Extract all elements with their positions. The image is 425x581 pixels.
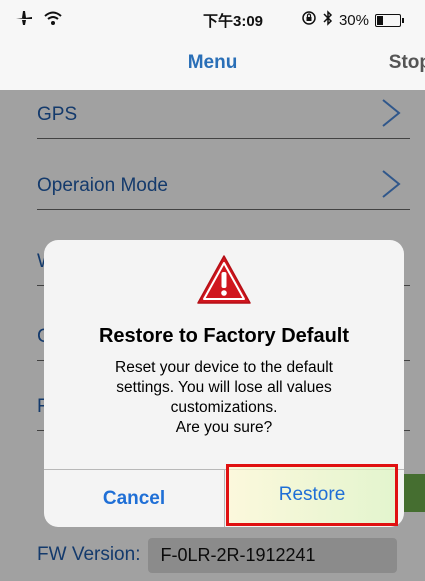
- restore-button[interactable]: Restore: [226, 466, 398, 524]
- status-bar: 下午3:09 30%: [0, 0, 425, 40]
- airplane-icon: [14, 8, 34, 32]
- battery-percent: 30%: [338, 11, 369, 29]
- alert-button-divider: [224, 469, 225, 527]
- status-left: [14, 8, 62, 32]
- alert-message-line: Are you sure?: [175, 419, 273, 436]
- cancel-button[interactable]: Cancel: [44, 470, 224, 527]
- status-right: 30%: [301, 10, 404, 30]
- rotation-lock-icon: [301, 10, 317, 30]
- page-title: Menu: [187, 52, 238, 73]
- battery-icon: [375, 13, 404, 27]
- alert-message-line: customizations.: [170, 399, 278, 416]
- alert-message: Reset your device to the default setting…: [74, 358, 374, 438]
- status-time: 下午3:09: [203, 13, 264, 30]
- app-screen: 下午3:09 30% Menu Stop GPS Operaion Mode W…: [0, 0, 425, 581]
- alert-message-line: settings. You will lose all values: [116, 379, 332, 396]
- wifi-icon: [44, 10, 62, 30]
- bluetooth-icon: [323, 10, 333, 30]
- stop-button[interactable]: Stop: [389, 52, 425, 74]
- alert-message-line: Reset your device to the default: [115, 359, 333, 376]
- warning-triangle-icon: [197, 255, 251, 304]
- alert-title: Restore to Factory Default: [98, 325, 350, 347]
- battery-level: [377, 15, 383, 25]
